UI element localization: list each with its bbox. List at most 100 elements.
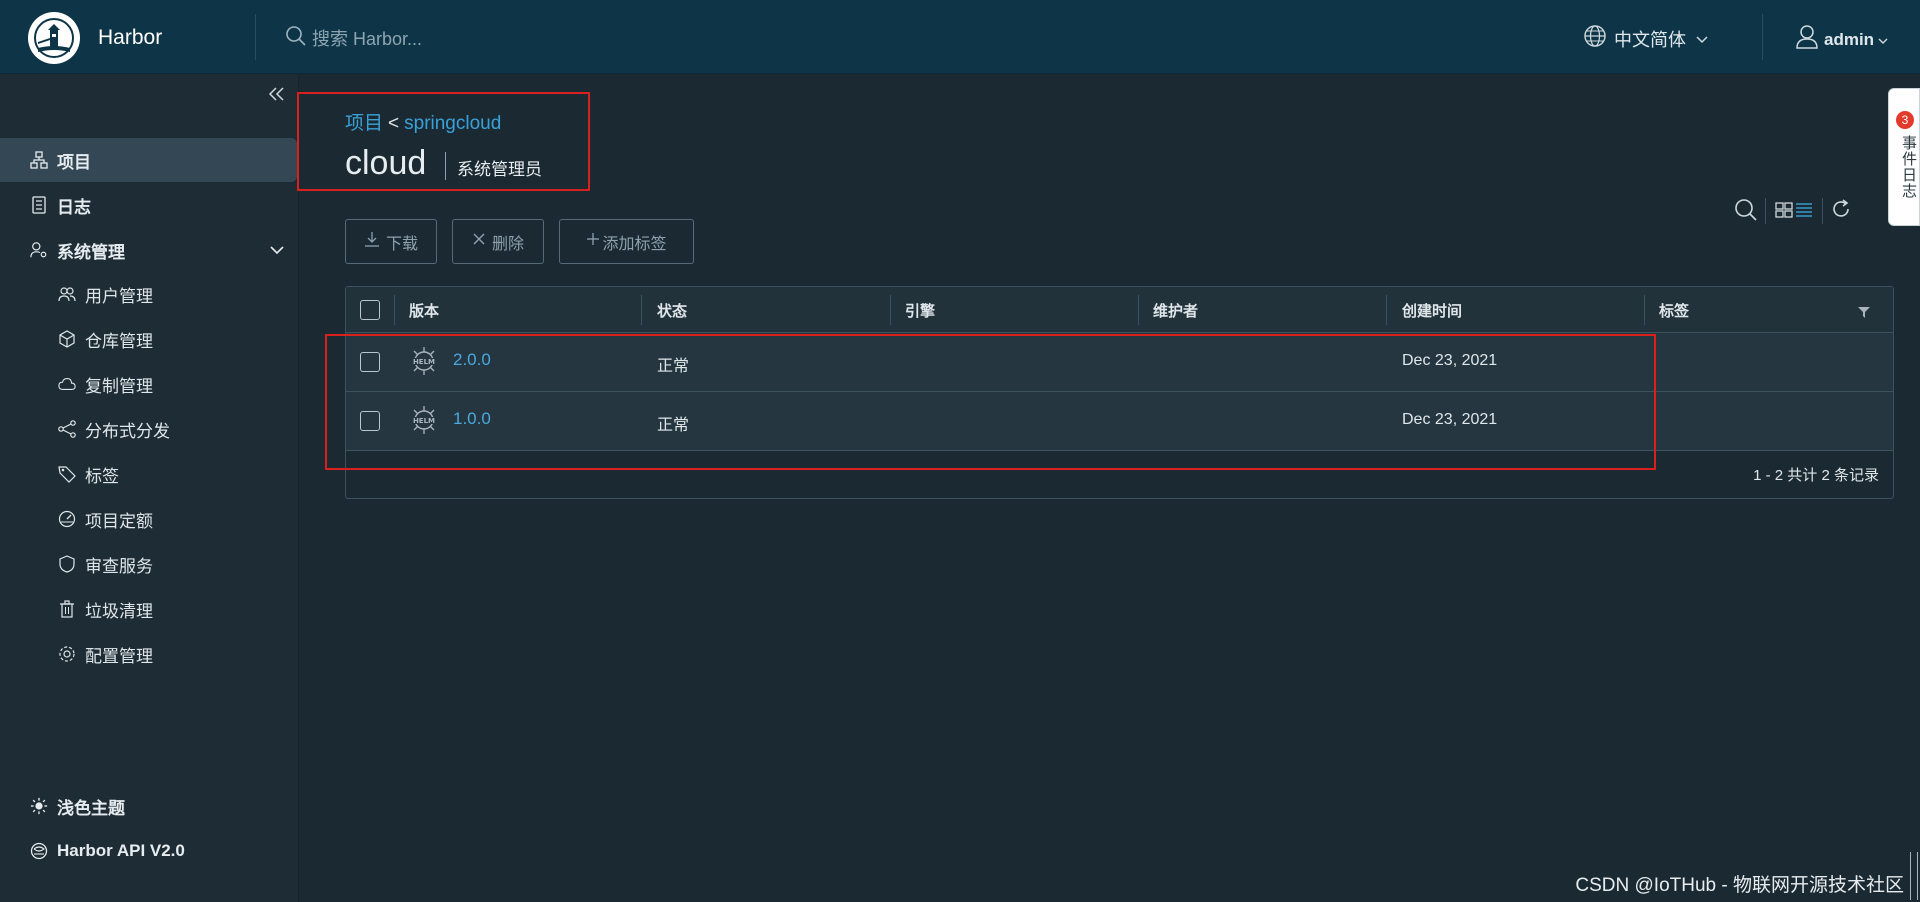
column-divider: [1138, 295, 1139, 325]
sidebar-item-quotas[interactable]: 项目定额: [0, 499, 299, 539]
admin-icon: [30, 241, 48, 259]
role-label: 系统管理员: [457, 160, 542, 179]
replication-icon: [58, 375, 76, 393]
sidebar-item-label: 配置管理: [85, 646, 153, 666]
global-search[interactable]: 搜索 Harbor...: [286, 25, 422, 51]
toolbar-divider: [1822, 198, 1823, 224]
column-header-labels[interactable]: 标签: [1659, 300, 1689, 321]
sidebar-item-label: 仓库管理: [85, 331, 153, 351]
watermark: CSDN @IoTHub - 物联网开源技术社区: [1575, 875, 1904, 896]
header-divider: [255, 14, 256, 60]
sidebar-item-administration[interactable]: 系统管理: [0, 228, 299, 272]
language-selector[interactable]: 中文简体: [1584, 25, 1708, 52]
globe-icon: [1584, 25, 1606, 52]
user-icon: [1796, 25, 1818, 54]
annotation-box: [325, 334, 1656, 470]
search-icon[interactable]: [1734, 198, 1758, 222]
sidebar-item-label: 标签: [85, 466, 119, 486]
breadcrumb-projects-link[interactable]: 项目: [345, 113, 383, 134]
sidebar: 项目 日志 系统管理 用户管理 仓库管理 复制管理 分布式分发 标签 项目定额 …: [0, 74, 299, 902]
user-menu[interactable]: admin: [1796, 25, 1888, 54]
harbor-api-link[interactable]: Harbor API V2.0: [0, 829, 299, 873]
page-title: cloud: [345, 144, 427, 182]
sidebar-item-label: 项目定额: [85, 511, 153, 531]
add-label-button[interactable]: 添加标签: [559, 219, 694, 264]
collapse-sidebar-icon[interactable]: [268, 86, 286, 107]
column-header-engine[interactable]: 引擎: [905, 300, 935, 321]
column-divider: [1386, 295, 1387, 325]
event-log-label: 事件日志: [1900, 135, 1917, 199]
search-icon: [286, 25, 306, 51]
download-label: 下载: [385, 235, 418, 253]
download-button[interactable]: 下载: [345, 219, 437, 264]
chevron-down-icon: [270, 240, 284, 260]
shield-icon: [58, 555, 76, 573]
registry-icon: [58, 330, 76, 348]
sidebar-item-label: 审查服务: [85, 556, 153, 576]
sidebar-item-logs[interactable]: 日志: [0, 183, 299, 227]
column-header-maintainer[interactable]: 维护者: [1153, 300, 1198, 321]
top-header: Harbor 搜索 Harbor... 中文简体 admin: [0, 0, 1920, 74]
theme-label: 浅色主题: [57, 798, 125, 818]
scrollbar-handle[interactable]: [1910, 852, 1918, 900]
list-view-icon[interactable]: [1795, 202, 1813, 218]
sidebar-item-label: 垃圾清理: [85, 601, 153, 621]
select-all-checkbox[interactable]: [360, 300, 380, 320]
distribution-icon: [58, 420, 76, 438]
toolbar-divider: [1765, 198, 1766, 224]
chevron-down-icon: [1878, 30, 1888, 50]
breadcrumb-project-link[interactable]: springcloud: [404, 113, 501, 134]
header-divider: [1762, 14, 1763, 60]
users-icon: [58, 285, 76, 303]
chevron-down-icon: [1696, 28, 1708, 49]
column-divider: [641, 295, 642, 325]
annotation-box: [297, 92, 590, 191]
column-header-status[interactable]: 状态: [657, 300, 687, 321]
add-label-text: 添加标签: [602, 235, 667, 253]
column-header-version[interactable]: 版本: [409, 300, 439, 321]
sidebar-item-distribution[interactable]: 分布式分发: [0, 409, 299, 449]
column-divider: [1644, 295, 1645, 325]
sidebar-item-label: 用户管理: [85, 286, 153, 306]
sidebar-item-registries[interactable]: 仓库管理: [0, 319, 299, 359]
sidebar-item-replications[interactable]: 复制管理: [0, 364, 299, 404]
username: admin: [1824, 29, 1875, 49]
pagination-summary: 1 - 2 共计 2 条记录: [1753, 467, 1879, 484]
grid-view-icon[interactable]: [1775, 202, 1793, 218]
column-divider: [394, 295, 395, 325]
column-header-created[interactable]: 创建时间: [1402, 300, 1462, 321]
trash-icon: [58, 600, 76, 618]
breadcrumb: 项目 < springcloud: [345, 108, 501, 135]
sidebar-item-garbage-collection[interactable]: 垃圾清理: [0, 589, 299, 629]
sidebar-item-projects[interactable]: 项目: [0, 138, 297, 182]
quota-icon: [58, 510, 76, 528]
sidebar-item-configuration[interactable]: 配置管理: [0, 634, 299, 674]
download-icon: [364, 231, 380, 252]
plus-icon: [586, 232, 600, 251]
api-label: Harbor API V2.0: [57, 841, 185, 860]
sidebar-item-labels[interactable]: 标签: [0, 454, 299, 494]
api-icon: [30, 842, 48, 860]
close-icon: [472, 232, 486, 251]
breadcrumb-separator: <: [388, 113, 400, 134]
delete-label: 删除: [491, 235, 524, 253]
refresh-icon[interactable]: [1830, 198, 1852, 220]
sidebar-item-label: 分布式分发: [85, 421, 170, 441]
table-header: 版本 状态 引擎 维护者 创建时间 标签: [346, 287, 1893, 333]
filter-icon[interactable]: [1858, 305, 1870, 323]
sidebar-item-scanners[interactable]: 审查服务: [0, 544, 299, 584]
theme-toggle[interactable]: 浅色主题: [0, 784, 299, 828]
tag-icon: [58, 465, 76, 483]
delete-button[interactable]: 删除: [452, 219, 544, 264]
column-divider: [890, 295, 891, 325]
event-count-badge: 3: [1896, 111, 1914, 129]
app-name: Harbor: [98, 26, 163, 49]
sidebar-item-label: 系统管理: [57, 242, 125, 262]
event-log-tab[interactable]: 3 事件日志: [1888, 88, 1920, 226]
sidebar-item-label: 复制管理: [85, 376, 153, 396]
sidebar-item-users[interactable]: 用户管理: [0, 274, 299, 314]
language-label: 中文简体: [1614, 29, 1686, 50]
search-input[interactable]: 搜索 Harbor...: [312, 25, 422, 51]
brand[interactable]: Harbor: [28, 12, 162, 64]
harbor-logo-icon: [28, 12, 80, 64]
